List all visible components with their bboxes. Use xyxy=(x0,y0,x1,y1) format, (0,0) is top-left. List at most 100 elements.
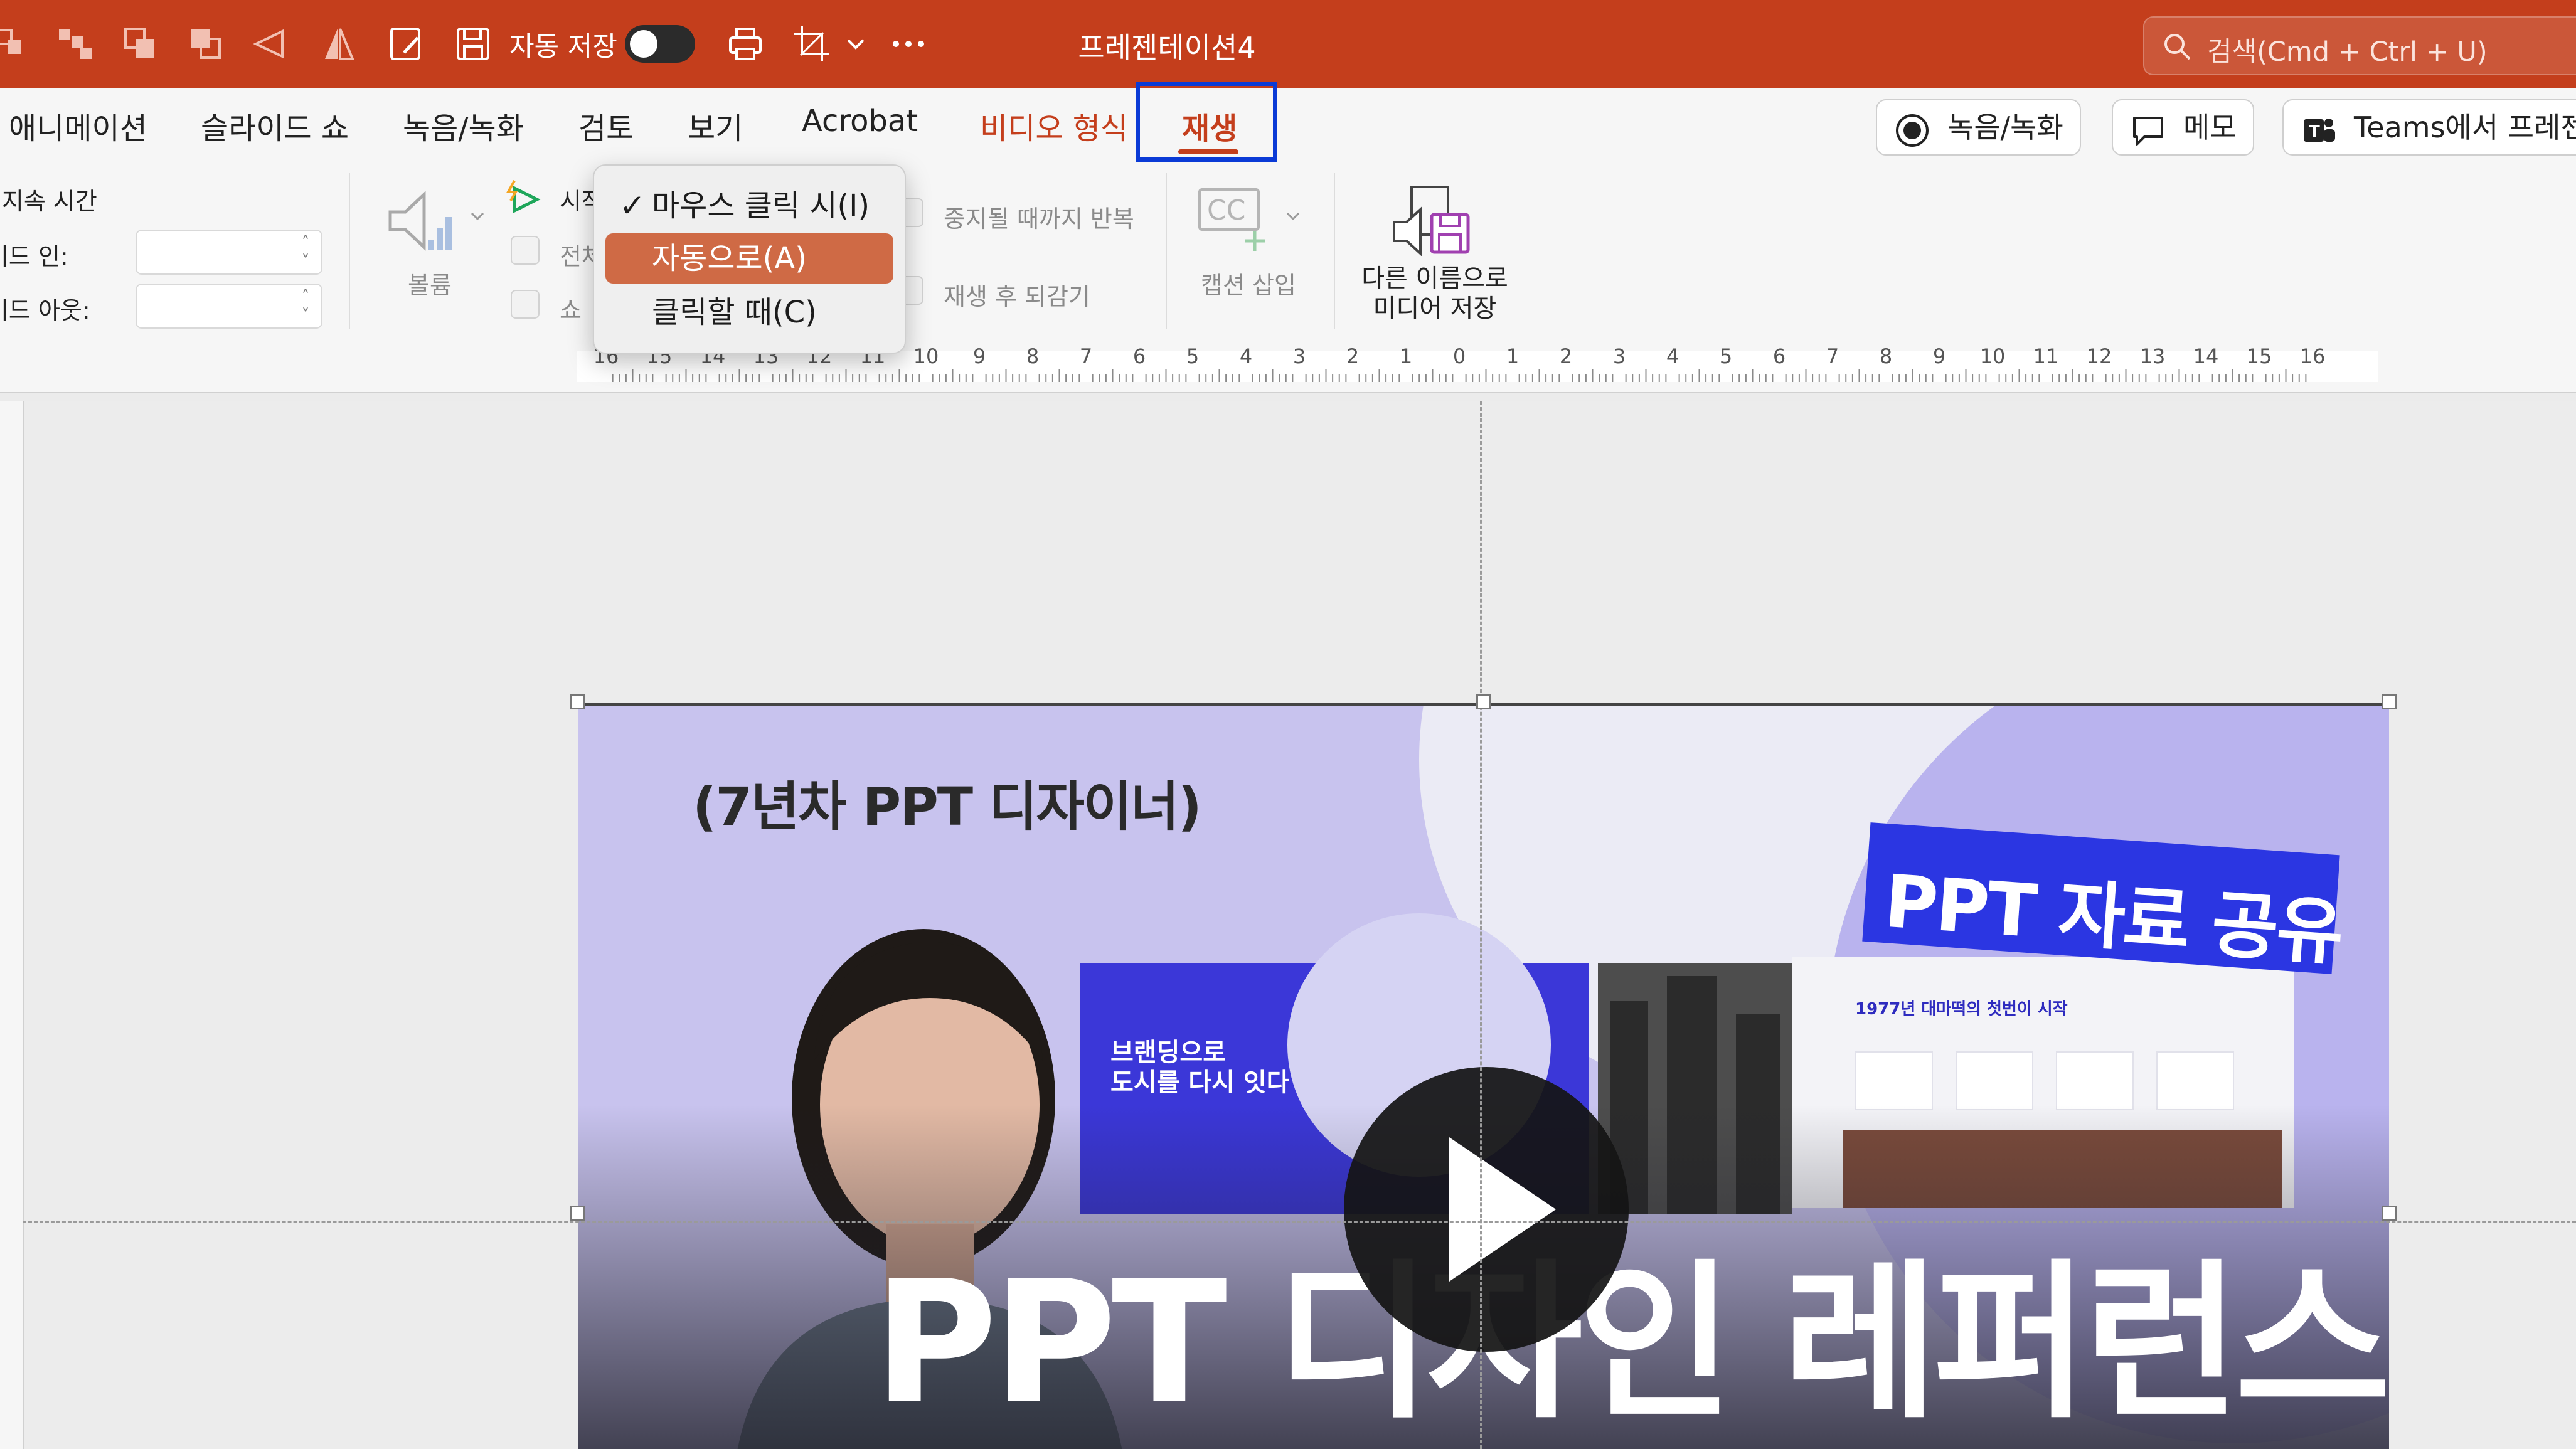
bring-forward-icon[interactable] xyxy=(120,24,161,64)
ruler-label: 8 xyxy=(1880,344,1892,368)
flip-icon[interactable] xyxy=(319,24,359,64)
resize-handle-left[interactable] xyxy=(570,1206,585,1221)
ruler-label: 10 xyxy=(913,344,939,368)
save-media-label: 다른 이름으로 미디어 저장 xyxy=(1361,264,1508,323)
ruler-label: 1 xyxy=(1400,344,1412,368)
ruler-label: 7 xyxy=(1826,344,1839,368)
chevron-down-icon[interactable] xyxy=(843,24,868,64)
teams-present-label: Teams에서 프레젠 xyxy=(2354,110,2576,144)
start-option-on-click[interactable]: ✓ 마우스 클릭 시(I) xyxy=(605,181,893,231)
comments-button[interactable]: 메모 xyxy=(2112,99,2254,156)
ruler-label: 5 xyxy=(1186,344,1199,368)
ruler-label: 7 xyxy=(1080,344,1092,368)
fade-out-label: 페이드 아웃: xyxy=(0,291,125,326)
ruler-label: 9 xyxy=(1933,344,1945,368)
loop-label: 중지될 때까지 반복 xyxy=(944,205,1134,233)
tab-view[interactable]: 보기 xyxy=(688,104,743,147)
checkmark-icon: ✓ xyxy=(619,188,646,224)
ribbon-divider xyxy=(1334,172,1335,329)
tab-animation[interactable]: 애니메이션 xyxy=(9,104,147,147)
record-icon xyxy=(1895,111,1930,147)
toggle-knob xyxy=(630,30,657,58)
fade-out-input[interactable]: ˄ ˅ xyxy=(136,284,322,329)
align-left-icon[interactable] xyxy=(251,24,291,64)
resize-handle-top-left[interactable] xyxy=(570,694,585,709)
resize-handle-top-right[interactable] xyxy=(2382,694,2397,709)
tab-review[interactable]: 검토 xyxy=(578,104,634,147)
ruler-label: 3 xyxy=(1293,344,1306,368)
save-icon[interactable] xyxy=(453,24,493,64)
tab-record[interactable]: 녹음/녹화 xyxy=(403,104,524,147)
fullscreen-checkbox[interactable] xyxy=(511,236,540,265)
search-box[interactable]: 검색(Cmd + Ctrl + U) xyxy=(2143,16,2576,75)
ruler-label: 3 xyxy=(1613,344,1626,368)
ruler-label: 5 xyxy=(1720,344,1732,368)
ruler-label: 12 xyxy=(2087,344,2112,368)
search-icon xyxy=(2161,30,2193,63)
duration-label: : 지속 시간 xyxy=(0,182,97,216)
resize-handle-right[interactable] xyxy=(2382,1206,2397,1221)
rewind-label: 재생 후 되감기 xyxy=(944,283,1090,310)
teams-present-button[interactable]: T Teams에서 프레젠 xyxy=(2282,99,2576,156)
ribbon-divider xyxy=(1166,172,1167,329)
autosave-label: 자동 저장 xyxy=(509,31,617,63)
hide-label: 쇼 xyxy=(560,297,582,324)
chevron-down-icon[interactable] xyxy=(468,207,487,226)
resize-handle-top[interactable] xyxy=(1476,694,1491,709)
tab-acrobat[interactable]: Acrobat xyxy=(802,104,918,139)
spin-down-icon[interactable]: ˅ xyxy=(296,252,315,271)
ruler-label: 6 xyxy=(1133,344,1146,368)
start-option-when-clicked[interactable]: 클릭할 때(C) xyxy=(605,287,893,337)
ruler-label: 0 xyxy=(1453,344,1466,368)
ruler-label: 2 xyxy=(1346,344,1359,368)
comments-button-label: 메모 xyxy=(2183,110,2237,144)
send-backward-icon[interactable] xyxy=(186,24,226,64)
title-bar: 자동 저장 프레젠테이션4 검색(Cmd + Ctrl + U) xyxy=(0,0,2576,88)
ribbon-divider xyxy=(349,172,350,329)
volume-label: 볼륨 xyxy=(408,272,452,299)
save-media-icon[interactable] xyxy=(1393,183,1472,257)
play-icon xyxy=(1449,1137,1556,1282)
group-icon[interactable] xyxy=(55,24,95,64)
crop-icon[interactable] xyxy=(792,24,832,64)
horizontal-ruler: 16 15 14 13 12 11 10 9 8 7 6 5 4 3 2 1 0 1 2 3 4 5 6 7 8 9 10 11 12 1… xyxy=(0,342,2576,393)
start-icon xyxy=(506,179,543,218)
fade-in-input[interactable]: ˄ ˅ xyxy=(136,230,322,275)
record-button-label: 녹음/녹화 xyxy=(1947,110,2063,144)
volume-icon[interactable] xyxy=(384,183,459,258)
video-headline: PPT 디자인 레퍼런스 xyxy=(873,1244,2389,1441)
ruler-label: 11 xyxy=(2033,344,2059,368)
svg-text:CC: CC xyxy=(1207,194,1245,226)
tab-video-format[interactable]: 비디오 형식 xyxy=(980,104,1128,147)
tab-slideshow[interactable]: 슬라이드 쇼 xyxy=(201,104,349,147)
more-icon[interactable] xyxy=(888,24,929,64)
start-options-dropdown: ✓ 마우스 클릭 시(I) 자동으로(A) 클릭할 때(C) xyxy=(593,164,906,354)
save-as-icon[interactable] xyxy=(386,24,427,64)
duration-text: 지속 시간 xyxy=(1,188,97,215)
spin-up-icon[interactable]: ˄ xyxy=(296,287,315,306)
chevron-down-icon[interactable] xyxy=(1284,207,1302,226)
closed-captions-icon[interactable]: CC xyxy=(1196,186,1267,251)
video-thumbnail[interactable]: (7년차 PPT 디자이너) 브랜딩으로 도시를 다시 잇다 1977년 대마떡… xyxy=(578,703,2389,1449)
print-icon[interactable] xyxy=(725,24,765,64)
hide-checkbox[interactable] xyxy=(511,290,540,319)
ruler-label: 4 xyxy=(1240,344,1252,368)
start-option-label: 자동으로(A) xyxy=(652,241,807,276)
document-title: 프레젠테이션4 xyxy=(1078,31,1256,65)
start-option-label: 마우스 클릭 시(I) xyxy=(652,188,870,223)
video-designer-caption: (7년차 PPT 디자이너) xyxy=(693,776,1202,837)
comment-icon xyxy=(2131,111,2166,146)
play-button[interactable] xyxy=(1344,1067,1629,1352)
tab-highlight-box xyxy=(1136,82,1277,162)
spin-up-icon[interactable]: ˄ xyxy=(296,233,315,252)
arrange-icon[interactable] xyxy=(0,24,34,64)
autosave-toggle[interactable] xyxy=(625,25,695,63)
ruler-label: 14 xyxy=(2193,344,2219,368)
vertical-guide xyxy=(1480,401,1482,1449)
spin-down-icon[interactable]: ˅ xyxy=(296,306,315,325)
record-button[interactable]: 녹음/녹화 xyxy=(1876,99,2081,156)
start-option-automatically[interactable]: 자동으로(A) xyxy=(605,233,893,284)
ruler-label: 1 xyxy=(1506,344,1519,368)
fade-out-text: 페이드 아웃: xyxy=(0,297,90,324)
teams-icon: T xyxy=(2301,111,2336,146)
